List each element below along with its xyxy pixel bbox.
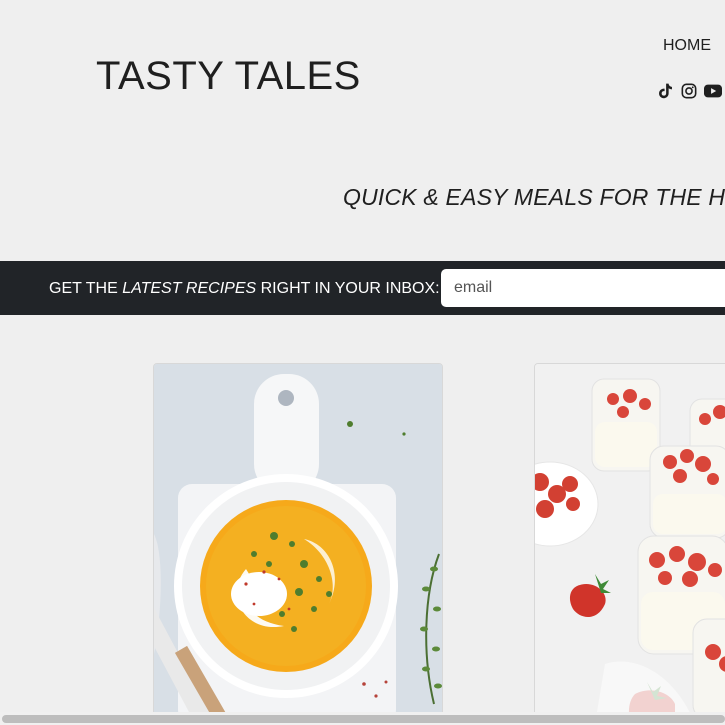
- social-icons: [656, 82, 722, 100]
- recipe-card-dessert[interactable]: [534, 363, 725, 725]
- newsletter-text-after: RIGHT IN YOUR INBOX:: [256, 280, 440, 297]
- soup-photo: [154, 364, 442, 724]
- horizontal-scrollbar[interactable]: [0, 712, 725, 725]
- newsletter-text-emphasis: LATEST RECIPES: [122, 280, 257, 297]
- instagram-icon[interactable]: [680, 82, 698, 100]
- newsletter-bar: GET THE LATEST RECIPES RIGHT IN YOUR INB…: [0, 261, 725, 315]
- email-input[interactable]: [441, 269, 725, 307]
- recipe-card-soup[interactable]: [153, 363, 443, 725]
- scrollbar-thumb[interactable]: [2, 715, 725, 723]
- page: TASTY TALES HOME QUICK & EASY MEALS FOR …: [0, 0, 725, 725]
- nav-home-link[interactable]: HOME: [663, 37, 711, 55]
- newsletter-text-before: GET THE: [49, 280, 123, 297]
- dessert-photo: [535, 364, 725, 724]
- tiktok-icon[interactable]: [656, 82, 674, 100]
- newsletter-prompt: GET THE LATEST RECIPES RIGHT IN YOUR INB…: [49, 280, 440, 298]
- youtube-icon[interactable]: [704, 82, 722, 100]
- tagline: QUICK & EASY MEALS FOR THE HO: [343, 184, 725, 210]
- site-title[interactable]: TASTY TALES: [96, 54, 361, 99]
